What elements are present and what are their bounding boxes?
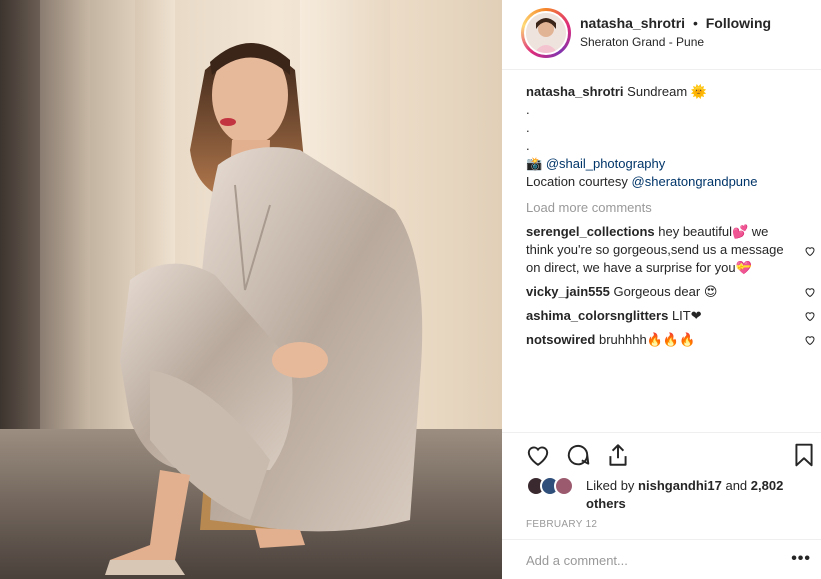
caption-line: natasha_shrotri Sundream 🌞 [526,83,816,101]
comment-username[interactable]: ashima_colorsnglitters [526,308,668,323]
avatar[interactable] [524,11,568,55]
post-sidebar: natasha_shrotri • Following Sheraton Gra… [502,0,821,579]
caption-credit-line: 📸 @shail_photography [526,155,816,173]
comment-input[interactable] [526,550,776,570]
comment-text: bruhhhh🔥🔥🔥 [598,332,696,347]
likes-text: Liked by nishgandhi17 and 2,802 others [586,477,821,513]
comment-item: vicky_jain555 Gorgeous dear 😍 [526,283,816,301]
location-link[interactable]: Sheraton Grand - Pune [580,35,704,49]
comment-username[interactable]: notsowired [526,332,595,347]
caption-dot: . [526,102,530,117]
header-username[interactable]: natasha_shrotri [580,15,685,31]
like-heart-icon[interactable] [525,442,551,468]
liker-avatars [526,476,582,498]
more-options-icon[interactable]: ••• [791,550,811,568]
location-prefix: Location courtesy [526,174,628,189]
caption-text: Sundream 🌞 [627,84,707,99]
action-bar [502,432,821,478]
comment-like-heart-icon[interactable] [804,334,816,346]
story-ring[interactable] [521,8,571,58]
share-icon[interactable] [605,442,631,468]
comment-like-heart-icon[interactable] [804,245,816,257]
woman-figure [105,42,423,575]
header-separator: • [692,15,698,31]
camera-emoji: 📸 [526,156,543,171]
add-comment-bar: ••• [502,539,821,579]
comment-item: notsowired bruhhhh🔥🔥🔥 [526,331,816,349]
caption-dot: . [526,120,530,135]
comment-text: Gorgeous dear 😍 [613,284,718,299]
post-date[interactable]: FEBRUARY 12 [526,519,597,530]
caption-dot: . [526,138,530,153]
load-more-comments-button[interactable]: Load more comments [526,199,816,217]
hotel-mention[interactable]: @sheratongrandpune [632,174,758,189]
liked-by-prefix: Liked by [586,478,635,493]
comment-username[interactable]: serengel_collections [526,224,655,239]
liked-by-user[interactable]: nishgandhi17 [638,478,722,493]
instagram-post: natasha_shrotri • Following Sheraton Gra… [0,0,821,579]
photographer-mention[interactable]: @shail_photography [546,156,665,171]
caption-username[interactable]: natasha_shrotri [526,84,624,99]
liked-by-and: and [725,478,748,493]
comment-item: ashima_colorsnglitters LIT❤ [526,307,816,325]
post-photo[interactable] [0,0,502,579]
comments-section: natasha_shrotri Sundream 🌞 . . . 📸 @shai… [526,83,816,349]
comment-item: serengel_collections hey beautiful💕 we t… [526,223,816,277]
avatar-image [526,13,566,53]
liker-avatar[interactable] [554,476,574,496]
comment-bubble-icon[interactable] [565,442,591,468]
comment-username[interactable]: vicky_jain555 [526,284,610,299]
following-button[interactable]: Following [706,15,771,31]
bookmark-icon[interactable] [791,442,817,468]
comment-like-heart-icon[interactable] [804,310,816,322]
header-title-line: natasha_shrotri • Following [580,15,771,31]
caption-location-line: Location courtesy @sheratongrandpune [526,173,816,191]
comment-like-heart-icon[interactable] [804,286,816,298]
post-header: natasha_shrotri • Following Sheraton Gra… [502,0,821,70]
comment-text: LIT❤ [671,308,702,323]
